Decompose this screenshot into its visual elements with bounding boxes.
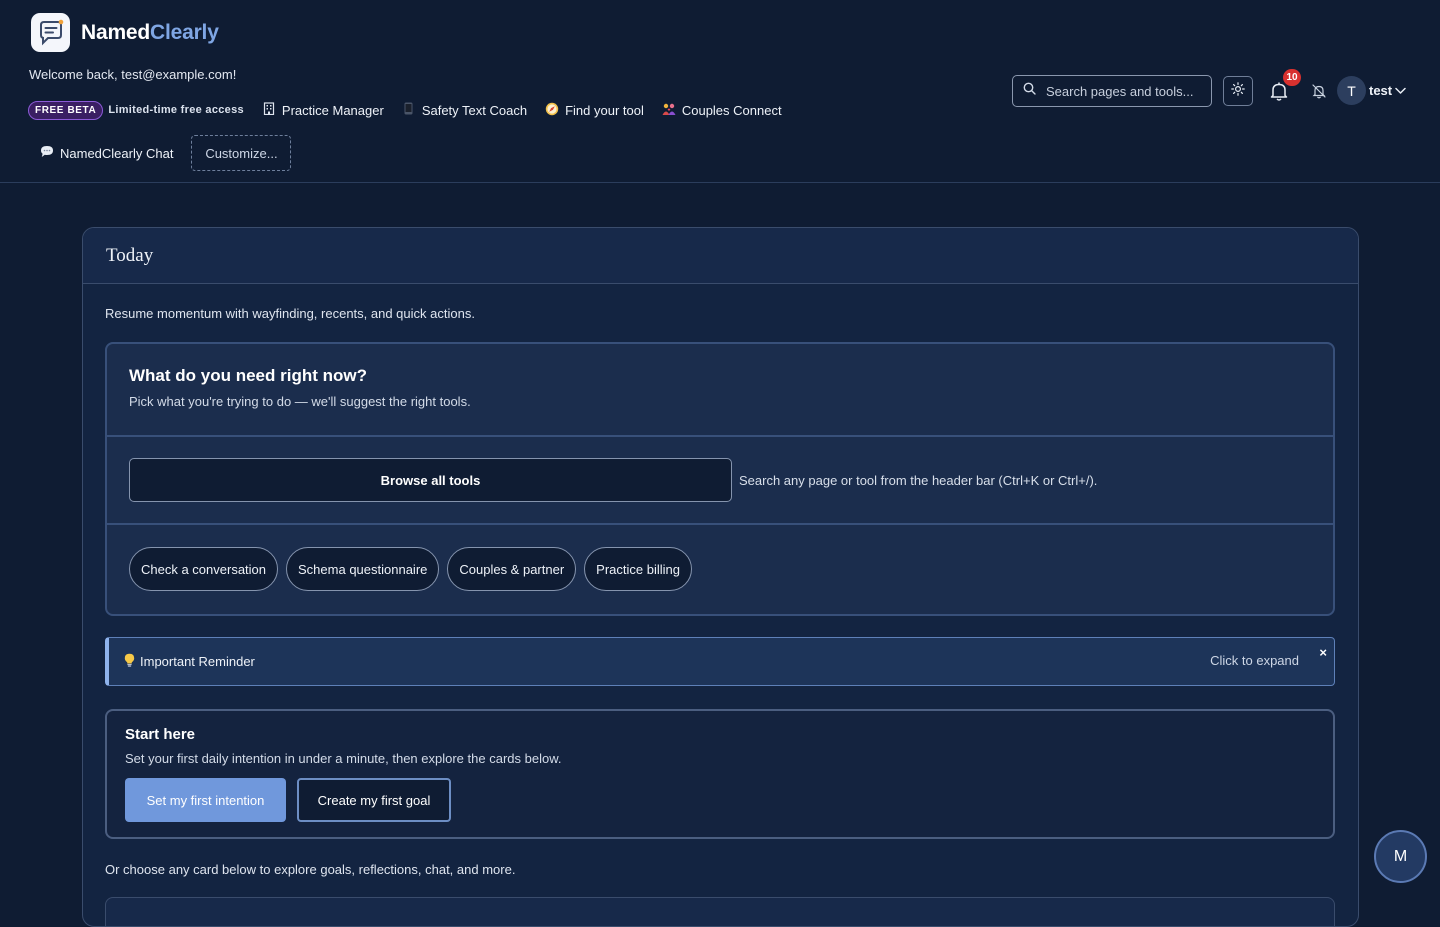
start-actions: Set my first intention Create my first g… xyxy=(125,778,1333,822)
next-card xyxy=(105,897,1335,926)
browse-row: Browse all tools Search any page or tool… xyxy=(107,437,1333,525)
beta-text: Limited-time free access xyxy=(108,104,244,116)
theme-toggle-button[interactable] xyxy=(1223,76,1253,106)
start-title: Start here xyxy=(125,726,196,743)
browse-all-tools-button[interactable]: Browse all tools xyxy=(129,458,732,502)
brand[interactable]: NamedClearly xyxy=(31,13,219,52)
quick-actions-row: Check a conversation Schema questionnair… xyxy=(107,525,1333,591)
nav-couples-connect[interactable]: Couples Connect xyxy=(662,102,782,119)
beta-badge: FREE BETA xyxy=(28,100,104,120)
page-title: Today xyxy=(106,244,154,266)
nav-find-your-tool[interactable]: Find your tool xyxy=(545,102,644,119)
lightbulb-icon xyxy=(124,653,135,670)
reminder-expand[interactable]: Click to expand xyxy=(1210,653,1299,668)
nav-safety-text-coach[interactable]: Safety Text Coach xyxy=(402,102,527,118)
secondary-nav: NamedClearly Chat Customize... xyxy=(40,135,292,171)
avatar: T xyxy=(1337,76,1366,105)
explore-text: Or choose any card below to explore goal… xyxy=(105,862,516,877)
search-hint: Search any page or tool from the header … xyxy=(739,472,1098,488)
start-here-panel: Start here Set your first daily intentio… xyxy=(105,709,1335,839)
notification-count-badge: 10 xyxy=(1283,69,1301,86)
set-intention-button[interactable]: Set my first intention xyxy=(125,778,286,822)
start-description: Set your first daily intention in under … xyxy=(125,751,562,766)
reminder-label: Important Reminder xyxy=(124,653,255,670)
chip-check-conversation[interactable]: Check a conversation xyxy=(129,547,279,591)
phone-icon xyxy=(402,102,416,118)
important-reminder-banner[interactable]: Important Reminder Click to expand × xyxy=(105,637,1335,686)
nav-practice-manager[interactable]: Practice Manager xyxy=(262,102,384,118)
search-box[interactable] xyxy=(1012,75,1212,107)
people-icon xyxy=(662,102,676,119)
today-card-header: Today xyxy=(83,228,1358,284)
chip-practice-billing[interactable]: Practice billing xyxy=(584,547,692,591)
close-icon[interactable]: × xyxy=(1319,645,1327,660)
customize-button[interactable]: Customize... xyxy=(191,135,292,171)
search-input[interactable] xyxy=(1044,82,1204,100)
need-panel-header: What do you need right now? Pick what yo… xyxy=(107,344,1333,437)
username: test xyxy=(1369,83,1393,98)
header: NamedClearly Welcome back, test@example.… xyxy=(0,0,1440,183)
today-card: Today Resume momentum with wayfinding, r… xyxy=(82,227,1359,927)
compass-icon xyxy=(545,102,559,119)
welcome-message: Welcome back, test@example.com! xyxy=(29,67,237,82)
speech-bubble-icon xyxy=(40,145,54,161)
search-icon xyxy=(1023,82,1036,100)
chat-logo-icon xyxy=(31,13,70,52)
user-menu[interactable]: T test xyxy=(1337,76,1406,105)
need-panel: What do you need right now? Pick what yo… xyxy=(105,342,1335,616)
create-goal-button[interactable]: Create my first goal xyxy=(297,778,451,822)
nav-chat[interactable]: NamedClearly Chat xyxy=(40,145,173,161)
chip-couples-partner[interactable]: Couples & partner xyxy=(447,547,577,591)
floating-menu-button[interactable]: M xyxy=(1374,830,1427,883)
brand-name: NamedClearly xyxy=(81,20,219,44)
mute-notifications-icon[interactable] xyxy=(1311,83,1327,99)
chip-schema-questionnaire[interactable]: Schema questionnaire xyxy=(286,547,440,591)
chevron-down-icon xyxy=(1395,82,1406,100)
building-icon xyxy=(262,102,276,118)
sun-icon xyxy=(1231,81,1245,101)
need-title: What do you need right now? xyxy=(129,366,367,385)
primary-nav: FREE BETA Limited-time free access Pract… xyxy=(28,99,782,121)
need-description: Pick what you're trying to do — we'll su… xyxy=(129,394,471,409)
today-subtitle: Resume momentum with wayfinding, recents… xyxy=(105,306,475,321)
